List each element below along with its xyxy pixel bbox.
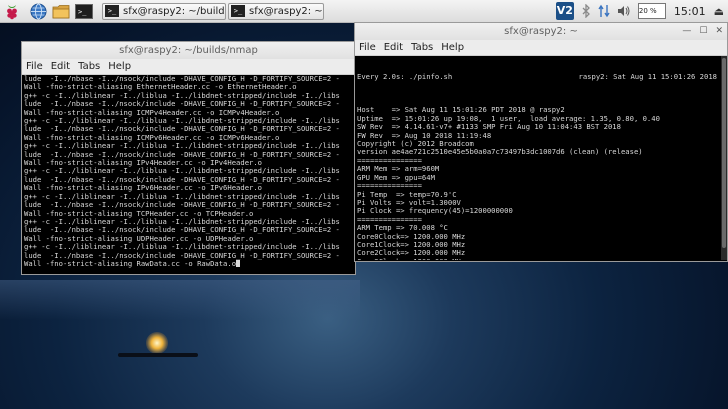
window-controls: — ☐ ✕: [674, 23, 723, 40]
window-title: sfx@raspy2: ~/builds/nmap: [119, 45, 258, 56]
window-title: sfx@raspy2: ~: [504, 26, 578, 37]
window-title-bar[interactable]: sfx@raspy2: ~/builds/nmap: [22, 42, 355, 59]
web-browser-icon[interactable]: [29, 2, 47, 20]
terminal-window-builds[interactable]: sfx@raspy2: ~/builds/nmap File Edit Tabs…: [21, 41, 356, 275]
menu-edit[interactable]: Edit: [384, 42, 403, 53]
menu-file[interactable]: File: [359, 42, 376, 53]
system-tray: V2 20 % 15:01 ⏏: [555, 0, 728, 22]
scrollbar-thumb[interactable]: [722, 58, 726, 248]
pinfo-output: Host => Sat Aug 11 15:01:26 PDT 2018 @ r…: [357, 98, 727, 260]
cpu-usage-monitor: 20 %: [637, 3, 666, 19]
terminal-icon: >_: [231, 5, 245, 17]
menu-tabs[interactable]: Tabs: [411, 42, 433, 53]
taskbar-task-builds[interactable]: >_ sfx@raspy2: ~/builds...: [102, 2, 226, 20]
task-label: sfx@raspy2: ~/builds...: [123, 5, 225, 17]
wallpaper-boat: [118, 353, 198, 357]
taskbar-task-home[interactable]: >_ sfx@raspy2: ~: [228, 2, 324, 20]
close-icon[interactable]: ✕: [715, 23, 723, 40]
terminal-line: Core3Clock=> 1200.000 MHz: [357, 257, 727, 260]
window-title-bar[interactable]: sfx@raspy2: ~ — ☐ ✕: [355, 23, 727, 40]
volume-icon[interactable]: [617, 5, 631, 17]
watch-timestamp: raspy2: Sat Aug 11 15:01:26 2018: [578, 71, 717, 81]
scrollbar[interactable]: [721, 56, 727, 260]
maximize-icon[interactable]: ☐: [699, 23, 707, 40]
terminal-cursor: [236, 259, 241, 267]
file-manager-icon[interactable]: [52, 2, 70, 20]
menu-help[interactable]: Help: [441, 42, 464, 53]
menu-edit[interactable]: Edit: [51, 61, 70, 72]
terminal-output[interactable]: lude -I../nbase -I../nsock/include -DHAV…: [22, 75, 355, 273]
terminal-output[interactable]: Every 2.0s: ./pinfo.sh raspy2: Sat Aug 1…: [355, 56, 727, 260]
terminal-icon[interactable]: >_: [75, 2, 93, 20]
watch-command: Every 2.0s: ./pinfo.sh: [357, 71, 453, 81]
wallpaper-lantern-glow: [146, 332, 168, 354]
svg-text:>_: >_: [78, 8, 87, 16]
clock[interactable]: 15:01: [674, 5, 706, 18]
menu-bar: File Edit Tabs Help: [355, 40, 727, 56]
terminal-line: Wall -fno-strict-aliasing RawData.cc -o …: [24, 259, 355, 268]
raspberry-pi-menu-icon[interactable]: [3, 2, 21, 20]
menu-tabs[interactable]: Tabs: [78, 61, 100, 72]
wallpaper-hills: [0, 280, 360, 320]
watch-header: Every 2.0s: ./pinfo.sh raspy2: Sat Aug 1…: [357, 71, 727, 81]
task-label: sfx@raspy2: ~: [249, 5, 323, 17]
menu-help[interactable]: Help: [108, 61, 131, 72]
terminal-icon: >_: [105, 5, 119, 17]
network-arrows-icon[interactable]: [598, 4, 610, 18]
menu-bar: File Edit Tabs Help: [22, 59, 355, 75]
menu-file[interactable]: File: [26, 61, 43, 72]
minimize-icon[interactable]: —: [682, 23, 691, 40]
bluetooth-icon[interactable]: [581, 4, 591, 18]
terminal-window-home[interactable]: sfx@raspy2: ~ — ☐ ✕ File Edit Tabs Help …: [354, 22, 728, 262]
eject-icon[interactable]: ⏏: [714, 5, 724, 18]
vnc-server-icon[interactable]: V2: [555, 2, 574, 20]
taskbar: >_ >_ sfx@raspy2: ~/builds... >_ sfx@ras…: [0, 0, 728, 23]
